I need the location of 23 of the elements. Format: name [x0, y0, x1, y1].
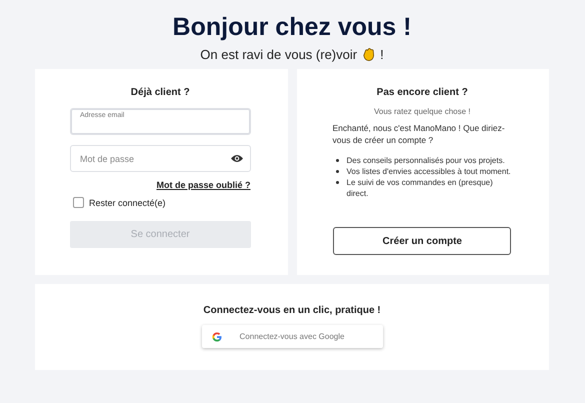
bullet-icon	[336, 181, 338, 184]
benefit-text: Le suivi de vos commandes en (presque) direct.	[346, 177, 494, 199]
waving-hand-icon	[361, 47, 376, 62]
checkbox-label: Rester connecté(e)	[89, 198, 166, 208]
google-login-button[interactable]: Connectez-vous avec Google	[202, 325, 382, 348]
tagline: Vous ratez quelque chose !	[372, 107, 472, 116]
benefit-text: Vos listes d'envies accessibles à tout moment.	[346, 166, 511, 177]
page-title: Bonjour chez vous !	[172, 12, 412, 42]
section-heading: Pas encore client ?	[376, 86, 469, 99]
password-field[interactable]: Mot de passe	[70, 145, 250, 172]
subtitle-exclamation: !	[380, 47, 384, 62]
checkbox[interactable]	[73, 197, 84, 208]
bullet-icon	[336, 170, 338, 173]
subtitle: On est ravi de vous (re)voir	[200, 47, 358, 62]
eye-icon[interactable]	[230, 154, 242, 163]
section-heading: Connectez-vous en un clic, pratique !	[203, 304, 381, 317]
google-g-icon	[212, 332, 222, 342]
section-heading: Déjà client ?	[130, 86, 191, 99]
create-account-button[interactable]: Créer un compte	[333, 227, 512, 255]
benefit-text: Des conseils personnalisés pour vos projets.	[346, 155, 505, 166]
bullet-icon	[336, 159, 338, 162]
forgot-password-link[interactable]: Mot de passe oublié ?	[156, 180, 250, 190]
intro-text: Enchanté, nous c'est ManoMano ! Que diriez-vous de créer un compte ?	[332, 122, 506, 146]
